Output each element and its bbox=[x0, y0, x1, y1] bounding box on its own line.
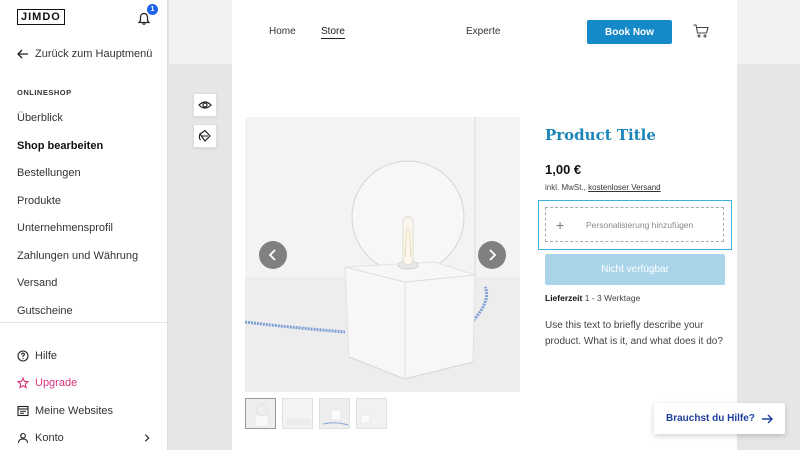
thumbnail-lamp-image bbox=[357, 399, 386, 428]
sidebar-item-overview[interactable]: Überblick bbox=[17, 111, 138, 139]
site-nav-home[interactable]: Home bbox=[269, 26, 296, 37]
thumbnail[interactable] bbox=[282, 398, 313, 429]
image-next-button[interactable] bbox=[478, 241, 506, 269]
need-help-button[interactable]: Brauchst du Hilfe? bbox=[654, 403, 785, 434]
add-personalization-button[interactable]: + Personalisierung hinzufügen bbox=[545, 207, 724, 242]
thumbnail-lamp-image bbox=[246, 399, 275, 428]
cart-icon[interactable] bbox=[693, 24, 709, 38]
product-price: 1,00 € bbox=[545, 162, 582, 177]
shop-nav-list: Überblick Shop bearbeiten Bestellungen P… bbox=[17, 111, 138, 331]
delivery-label: Lieferzeit bbox=[545, 293, 583, 303]
sidebar: JIMDO 1 Zurück zum Hauptmenü ONLINESHOP … bbox=[0, 0, 168, 450]
sidebar-item-orders[interactable]: Bestellungen bbox=[17, 166, 138, 194]
sidebar-item-vouchers[interactable]: Gutscheine bbox=[17, 304, 138, 332]
personalization-box: + Personalisierung hinzufügen bbox=[538, 200, 732, 250]
thumbnail[interactable] bbox=[245, 398, 276, 429]
not-available-button[interactable]: Nicht verfügbar bbox=[545, 254, 725, 285]
tax-note: inkl. MwSt., kostenloser Versand bbox=[545, 183, 661, 192]
chevron-right-icon bbox=[144, 434, 150, 442]
sidebar-item-help[interactable]: Hilfe bbox=[17, 342, 152, 370]
chevron-right-icon bbox=[489, 249, 497, 261]
sidebar-item-products[interactable]: Produkte bbox=[17, 194, 138, 222]
sidebar-item-upgrade[interactable]: Upgrade bbox=[17, 370, 152, 398]
image-prev-button[interactable] bbox=[259, 241, 287, 269]
thumbnail-lamp-image bbox=[283, 399, 312, 428]
sidebar-item-shipping[interactable]: Versand bbox=[17, 276, 138, 304]
product-title[interactable]: Product Title bbox=[545, 126, 656, 144]
sidebar-item-my-websites[interactable]: Meine Websites bbox=[17, 397, 152, 425]
upgrade-label: Upgrade bbox=[35, 377, 78, 390]
section-title: ONLINESHOP bbox=[17, 88, 72, 97]
websites-icon bbox=[17, 405, 29, 416]
user-icon bbox=[17, 433, 29, 444]
personalization-label: Personalisierung hinzufügen bbox=[586, 219, 694, 230]
design-button[interactable] bbox=[193, 124, 217, 148]
sidebar-divider bbox=[0, 322, 168, 323]
chevron-left-icon bbox=[268, 249, 276, 261]
delivery-time: Lieferzeit 1 - 3 Werktage bbox=[545, 293, 640, 303]
product-image[interactable] bbox=[245, 117, 520, 392]
tax-note-text: inkl. MwSt., bbox=[545, 183, 589, 192]
jimdo-logo[interactable]: JIMDO bbox=[17, 9, 65, 25]
sidebar-item-company-profile[interactable]: Unternehmensprofil bbox=[17, 221, 138, 249]
paint-bucket-icon bbox=[198, 129, 211, 142]
help-circle-icon bbox=[17, 350, 29, 362]
preview-button[interactable] bbox=[193, 93, 217, 117]
thumbnail-lamp-image bbox=[320, 399, 349, 428]
delivery-value: 1 - 3 Werktage bbox=[584, 293, 641, 303]
site-nav-experte[interactable]: Experte bbox=[466, 26, 500, 37]
arrow-left-icon bbox=[17, 49, 28, 59]
plus-icon: + bbox=[556, 216, 565, 233]
site-nav-store[interactable]: Store bbox=[321, 26, 345, 39]
account-label: Konto bbox=[35, 432, 64, 445]
back-to-main-menu-link[interactable]: Zurück zum Hauptmenü bbox=[17, 48, 152, 60]
book-now-button[interactable]: Book Now bbox=[587, 20, 672, 44]
back-link-label: Zurück zum Hauptmenü bbox=[35, 48, 153, 60]
sidebar-item-account[interactable]: Konto bbox=[17, 425, 152, 450]
shipping-link[interactable]: kostenloser Versand bbox=[588, 183, 661, 192]
arrow-right-icon bbox=[761, 414, 773, 423]
notification-badge: 1 bbox=[147, 4, 158, 15]
product-description[interactable]: Use this text to briefly describe your p… bbox=[545, 318, 725, 349]
star-icon bbox=[17, 377, 29, 389]
eye-icon bbox=[198, 101, 212, 109]
sidebar-item-payments[interactable]: Zahlungen und Währung bbox=[17, 249, 138, 277]
sidebar-item-edit-shop[interactable]: Shop bearbeiten bbox=[17, 139, 138, 167]
thumbnail[interactable] bbox=[356, 398, 387, 429]
thumbnail[interactable] bbox=[319, 398, 350, 429]
my-websites-label: Meine Websites bbox=[35, 404, 114, 417]
help-label: Hilfe bbox=[35, 349, 58, 362]
need-help-label: Brauchst du Hilfe? bbox=[666, 413, 755, 424]
sidebar-bottom-list: Hilfe Upgrade Meine Websites Konto bbox=[17, 342, 152, 450]
thumbnail-strip bbox=[245, 398, 387, 429]
